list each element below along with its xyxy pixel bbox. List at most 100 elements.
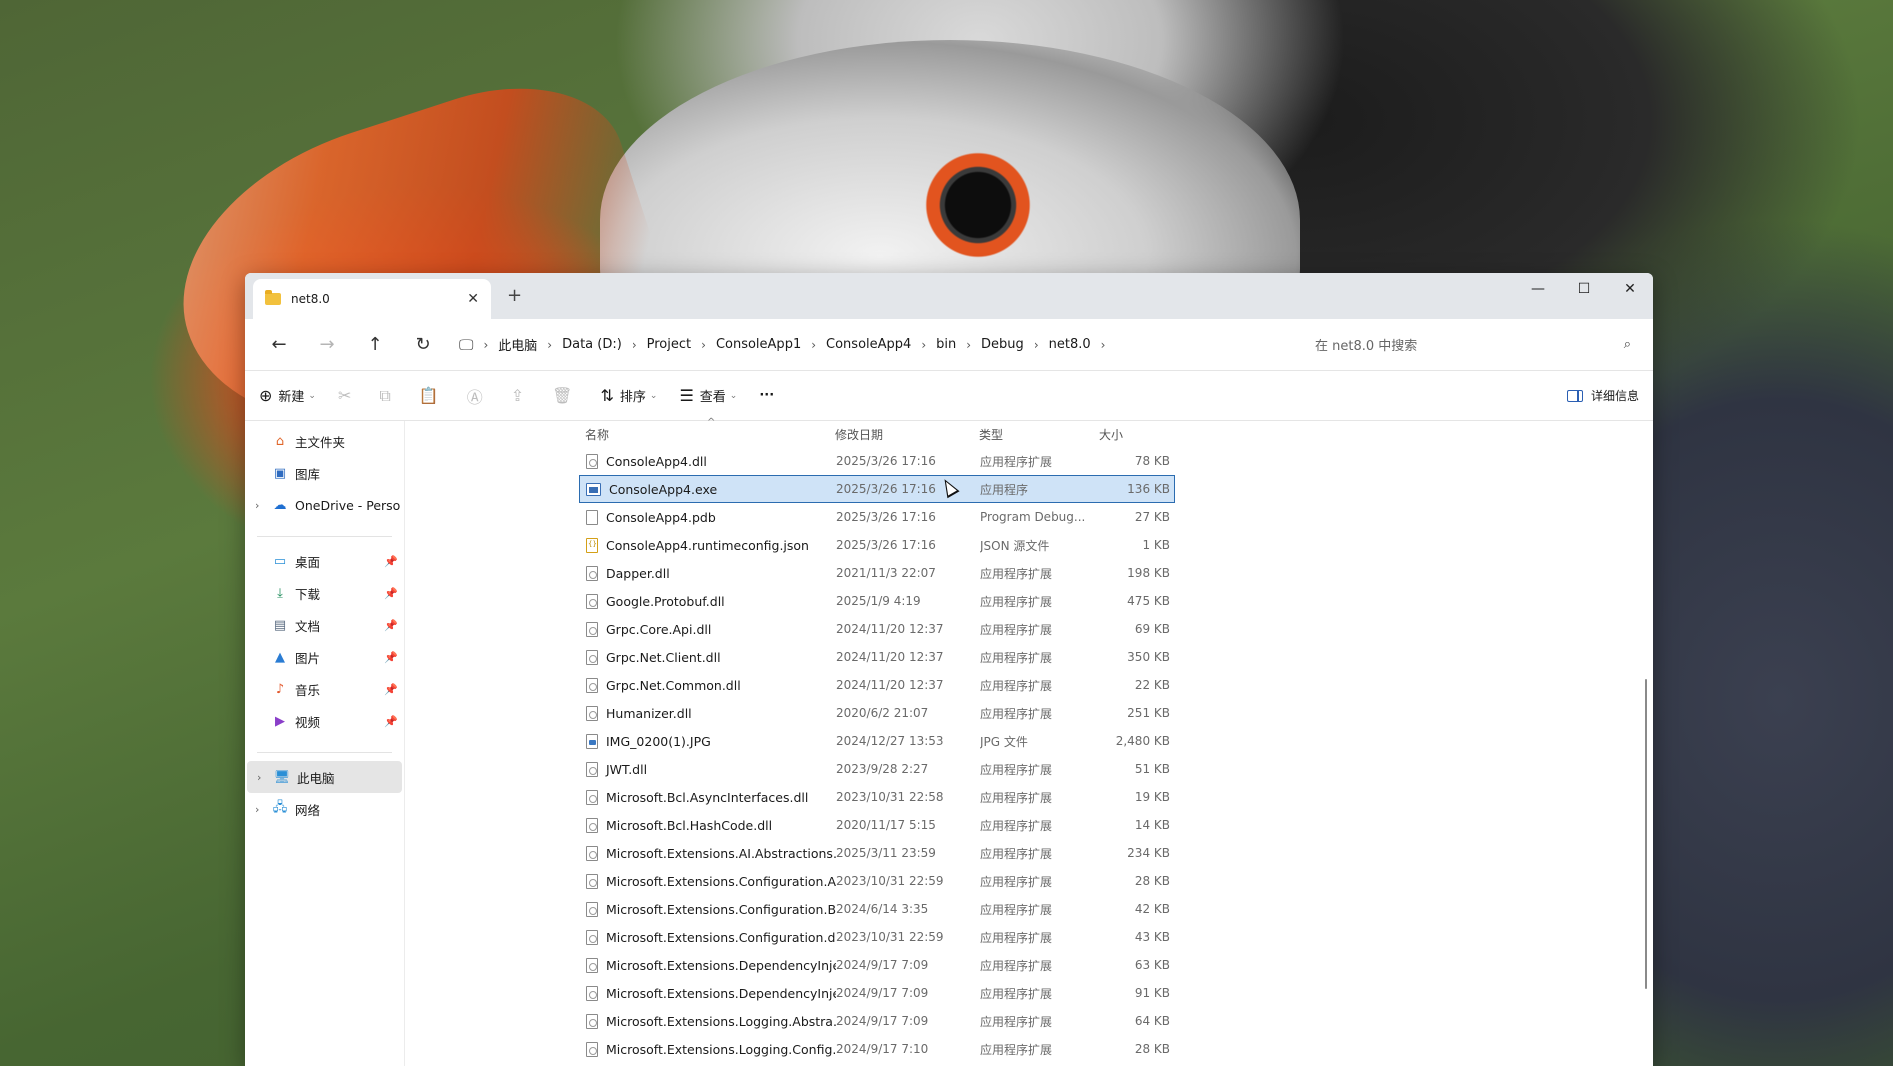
sidebar-item-pictures[interactable]: ▲ 图片 📌 xyxy=(245,641,404,673)
file-row[interactable]: Humanizer.dll 2020/6/2 21:07 应用程序扩展 251 KB xyxy=(579,699,1175,727)
column-header-type[interactable]: 类型 xyxy=(979,426,1099,443)
sidebar-item-desktop[interactable]: ▭ 桌面 📌 xyxy=(245,545,404,577)
cut-icon[interactable]: ✂ xyxy=(338,386,351,405)
view-button[interactable]: ☰ 查看 ⌄ xyxy=(679,386,737,405)
sort-button[interactable]: ⇅ 排序 ⌄ xyxy=(600,386,657,405)
copy-icon[interactable]: ⧉ xyxy=(379,386,390,406)
file-row[interactable]: Microsoft.Extensions.AI.Abstractions....… xyxy=(579,839,1175,867)
breadcrumb-item[interactable]: net8.0 xyxy=(1039,337,1101,352)
back-arrow-icon[interactable]: ← xyxy=(255,334,303,355)
file-row[interactable]: ConsoleApp4.runtimeconfig.json 2025/3/26 … xyxy=(579,531,1175,559)
sidebar-item-downloads[interactable]: ⤓ 下载 📌 xyxy=(245,577,404,609)
vertical-scrollbar[interactable] xyxy=(1645,679,1647,989)
file-row[interactable]: Google.Protobuf.dll 2025/1/9 4:19 应用程序扩展 47… xyxy=(579,587,1175,615)
share-icon[interactable]: ⇪ xyxy=(511,386,524,405)
file-name: Microsoft.Extensions.Logging.Abstra... xyxy=(606,1013,836,1029)
sidebar-item-this-pc[interactable]: › 🖥 此电脑 xyxy=(247,761,402,793)
breadcrumb-item[interactable]: Data (D:) xyxy=(552,337,632,352)
details-button[interactable]: 详细信息 xyxy=(1566,387,1639,404)
pin-icon[interactable]: 📌 xyxy=(384,683,398,696)
file-name-cell: Microsoft.Extensions.Logging.Config... xyxy=(580,1041,836,1057)
file-row[interactable]: ConsoleApp4.dll 2025/3/26 17:16 应用程序扩展 78 K… xyxy=(579,447,1175,475)
minimize-button[interactable]: — xyxy=(1515,273,1561,305)
sidebar-item-home[interactable]: ⌂ 主文件夹 xyxy=(245,425,404,457)
breadcrumb-item[interactable]: 此电脑 xyxy=(488,335,547,354)
file-size: 14 KB xyxy=(1134,818,1170,832)
pin-icon[interactable]: 📌 xyxy=(384,651,398,664)
breadcrumb[interactable]: 🖵 › 此电脑 › Data (D:) › Project › ConsoleA… xyxy=(453,328,1303,362)
search-input[interactable]: 在 net8.0 中搜索 ⌕ xyxy=(1303,328,1643,362)
chevron-right-icon[interactable]: › xyxy=(1101,338,1106,352)
sidebar-item-network[interactable]: › 🖧 网络 xyxy=(245,793,404,825)
sidebar-item-gallery[interactable]: ▣ 图库 xyxy=(245,457,404,489)
home-icon: ⌂ xyxy=(275,433,285,449)
tab-close-icon[interactable]: ✕ xyxy=(467,291,479,307)
chevron-right-icon[interactable]: › xyxy=(257,771,273,784)
more-options-button[interactable]: ··· xyxy=(759,388,774,403)
file-row[interactable]: Microsoft.Extensions.Logging.Abstra... 20… xyxy=(579,1007,1175,1035)
file-row[interactable]: Grpc.Core.Api.dll 2024/11/20 12:37 应用程序扩展 6… xyxy=(579,615,1175,643)
forward-arrow-icon[interactable]: → xyxy=(303,334,351,355)
rename-icon[interactable]: Ⓐ xyxy=(467,384,483,408)
file-row[interactable]: ConsoleApp4.pdb 2025/3/26 17:16 Program De… xyxy=(579,503,1175,531)
file-row[interactable]: Grpc.Net.Common.dll 2024/11/20 12:37 应用程序扩… xyxy=(579,671,1175,699)
pin-icon[interactable]: 📌 xyxy=(384,555,398,568)
file-name: Microsoft.Bcl.HashCode.dll xyxy=(606,817,773,833)
pin-icon[interactable]: 📌 xyxy=(384,619,398,632)
sidebar-item-onedrive[interactable]: › ☁ OneDrive - Perso xyxy=(245,489,404,521)
file-row[interactable]: Microsoft.Bcl.AsyncInterfaces.dll 2023/10… xyxy=(579,783,1175,811)
exe-file-icon xyxy=(586,482,601,496)
refresh-icon[interactable]: ↻ xyxy=(399,334,447,355)
sidebar-item-music[interactable]: ♪ 音乐 📌 xyxy=(245,673,404,705)
file-row[interactable]: Microsoft.Extensions.Configuration.A... 2… xyxy=(579,867,1175,895)
breadcrumb-item[interactable]: Project xyxy=(637,337,701,352)
monitor-icon[interactable]: 🖵 xyxy=(459,336,473,354)
details-label: 详细信息 xyxy=(1590,389,1639,403)
pin-icon[interactable]: 📌 xyxy=(384,715,398,728)
paste-icon[interactable]: 📋 xyxy=(419,386,439,405)
breadcrumb-item[interactable]: Debug xyxy=(971,337,1034,352)
file-name-cell: Microsoft.Extensions.Configuration.dll xyxy=(580,929,836,945)
chevron-right-icon[interactable]: › xyxy=(255,803,271,816)
column-header-date[interactable]: 修改日期 xyxy=(835,426,979,443)
file-type: 应用程序扩展 xyxy=(980,846,1053,861)
new-button[interactable]: ⊕ 新建 ⌄ xyxy=(259,386,316,405)
breadcrumb-item[interactable]: bin xyxy=(926,337,966,352)
dll-file-icon xyxy=(586,621,598,637)
file-size: 136 KB xyxy=(1127,482,1170,496)
file-size: 350 KB xyxy=(1127,650,1170,664)
chevron-right-icon[interactable]: › xyxy=(255,499,271,512)
up-arrow-icon[interactable]: ↑ xyxy=(351,334,399,355)
file-row[interactable]: IMG_0200(1).JPG 2024/12/27 13:53 JPG 文件 2,4… xyxy=(579,727,1175,755)
file-name-cell: Microsoft.Extensions.DependencyInje... xyxy=(580,985,836,1001)
file-size: 63 KB xyxy=(1134,958,1170,972)
file-date: 2025/3/11 23:59 xyxy=(836,846,936,860)
column-header-name[interactable]: 名称 xyxy=(579,426,835,443)
file-row[interactable]: JWT.dll 2023/9/28 2:27 应用程序扩展 51 KB xyxy=(579,755,1175,783)
delete-icon[interactable]: 🗑 xyxy=(552,386,572,405)
file-name: ConsoleApp4.pdb xyxy=(606,509,716,525)
close-button[interactable]: ✕ xyxy=(1607,273,1653,305)
file-name: Grpc.Net.Common.dll xyxy=(606,677,741,693)
file-row[interactable]: Microsoft.Extensions.Configuration.Bi...… xyxy=(579,895,1175,923)
file-name: Grpc.Core.Api.dll xyxy=(606,621,712,637)
column-header-size[interactable]: 大小 xyxy=(1099,426,1169,443)
file-row[interactable]: Microsoft.Extensions.Configuration.dll 20… xyxy=(579,923,1175,951)
file-row[interactable]: Dapper.dll 2021/11/3 22:07 应用程序扩展 198 KB xyxy=(579,559,1175,587)
sidebar-item-documents[interactable]: ▤ 文档 📌 xyxy=(245,609,404,641)
maximize-button[interactable]: ☐ xyxy=(1561,273,1607,305)
file-row[interactable]: ConsoleApp4.exe 2025/3/26 17:16 应用程序 136 KB xyxy=(579,475,1175,503)
file-row[interactable]: Microsoft.Bcl.HashCode.dll 2020/11/17 5:1… xyxy=(579,811,1175,839)
sidebar-item-videos[interactable]: ▶ 视频 📌 xyxy=(245,705,404,737)
pin-icon[interactable]: 📌 xyxy=(384,587,398,600)
dll-file-icon xyxy=(586,845,598,861)
search-icon[interactable]: ⌕ xyxy=(1624,337,1631,352)
breadcrumb-item[interactable]: ConsoleApp1 xyxy=(706,337,811,352)
file-row[interactable]: Microsoft.Extensions.Logging.Config... 20… xyxy=(579,1035,1175,1063)
breadcrumb-item[interactable]: ConsoleApp4 xyxy=(816,337,921,352)
file-row[interactable]: Microsoft.Extensions.DependencyInje... 20… xyxy=(579,951,1175,979)
new-tab-button[interactable]: + xyxy=(507,285,522,306)
file-row[interactable]: Microsoft.Extensions.DependencyInje... 20… xyxy=(579,979,1175,1007)
file-row[interactable]: Grpc.Net.Client.dll 2024/11/20 12:37 应用程序扩… xyxy=(579,643,1175,671)
tab-net8[interactable]: net8.0 ✕ xyxy=(253,279,491,319)
